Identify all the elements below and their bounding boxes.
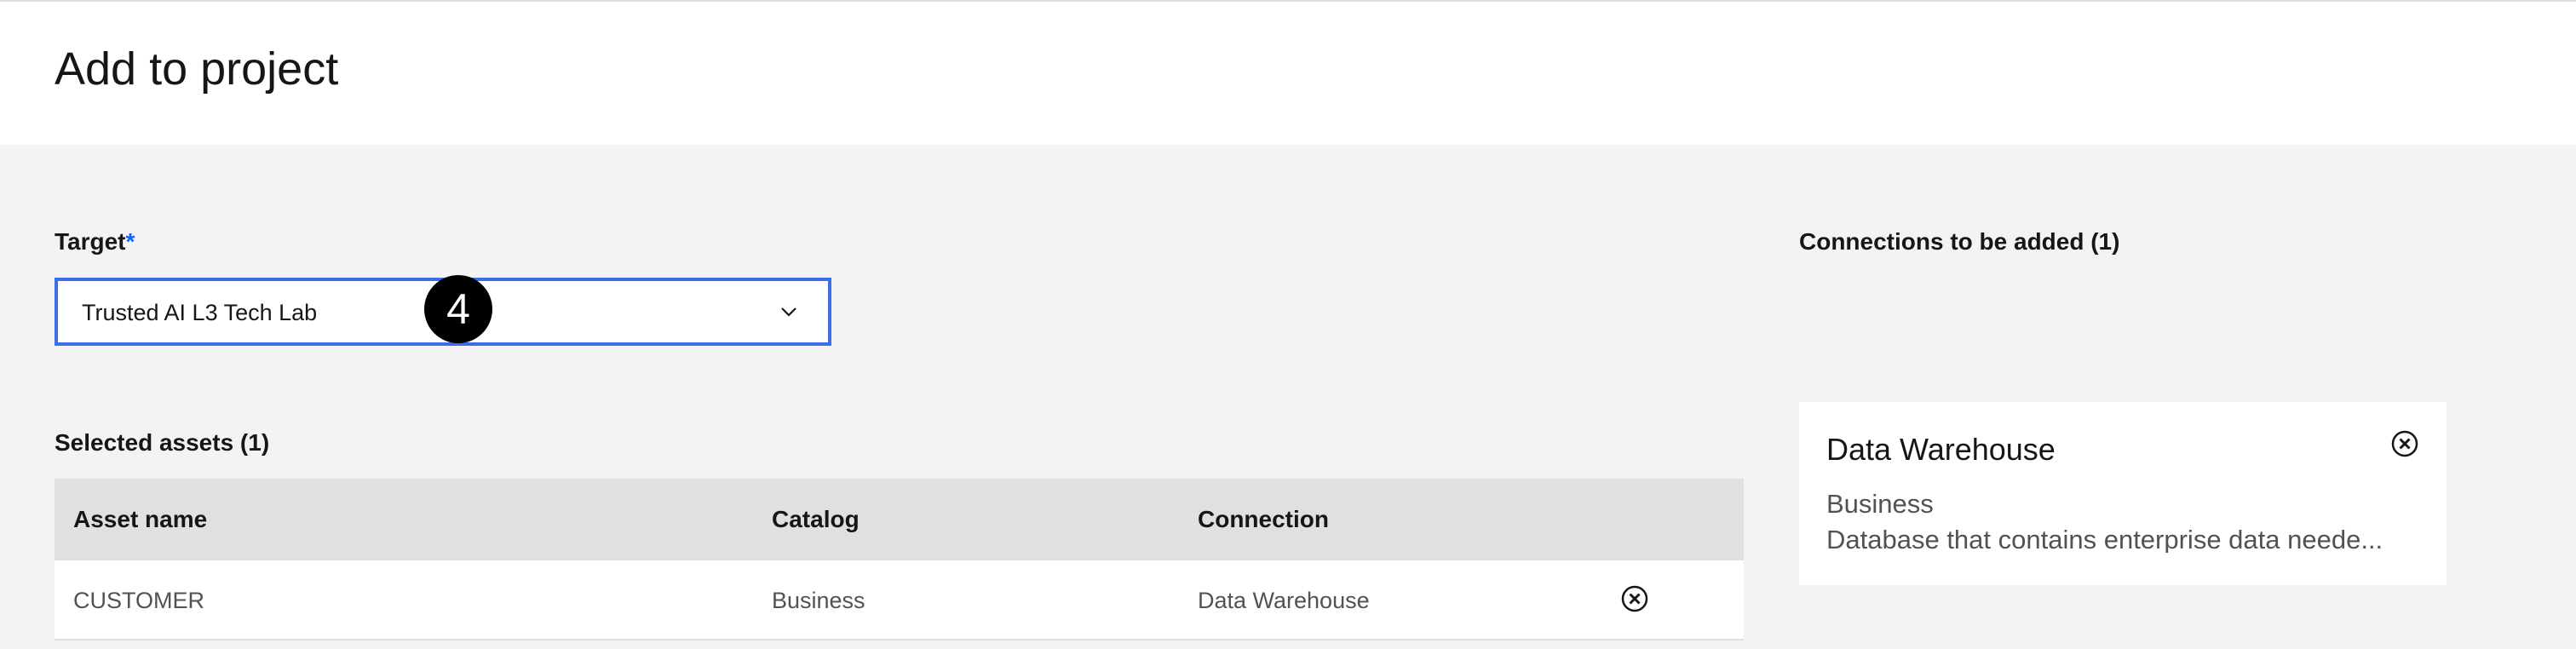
table-row: CUSTOMER Business Data Warehouse <box>55 560 1744 640</box>
column-header-catalog[interactable]: Catalog <box>772 508 860 531</box>
chevron-down-icon[interactable] <box>775 298 802 325</box>
connection-card-description: Database that contains enterprise data n… <box>1826 526 2383 553</box>
page-header: Add to project <box>0 0 2576 145</box>
connection-card: Data Warehouse Business Database that co… <box>1799 402 2447 585</box>
target-select-value: Trusted AI L3 Tech Lab <box>82 300 318 325</box>
connections-label: Connections to be added (1) <box>1799 228 2120 255</box>
remove-connection-icon[interactable] <box>2390 429 2419 458</box>
required-mark: * <box>125 228 135 255</box>
connection-card-subtitle: Business <box>1826 489 1934 519</box>
cell-catalog: Business <box>772 588 865 613</box>
connection-card-title: Data Warehouse <box>1826 432 2056 467</box>
cell-connection: Data Warehouse <box>1198 588 1370 613</box>
target-label: Target* <box>55 230 135 254</box>
table-header: Asset name Catalog Connection <box>55 479 1744 560</box>
target-label-text: Target <box>55 228 126 255</box>
selected-assets-table: Asset name Catalog Connection CUSTOMER B… <box>55 479 1744 640</box>
cell-asset-name: CUSTOMER <box>73 588 205 613</box>
page-title: Add to project <box>55 43 339 95</box>
remove-asset-icon[interactable] <box>1620 584 1649 613</box>
column-header-connection[interactable]: Connection <box>1198 508 1329 531</box>
column-header-asset-name[interactable]: Asset name <box>73 508 207 531</box>
selected-assets-label: Selected assets (1) <box>55 429 270 456</box>
step-badge: 4 <box>424 275 492 343</box>
